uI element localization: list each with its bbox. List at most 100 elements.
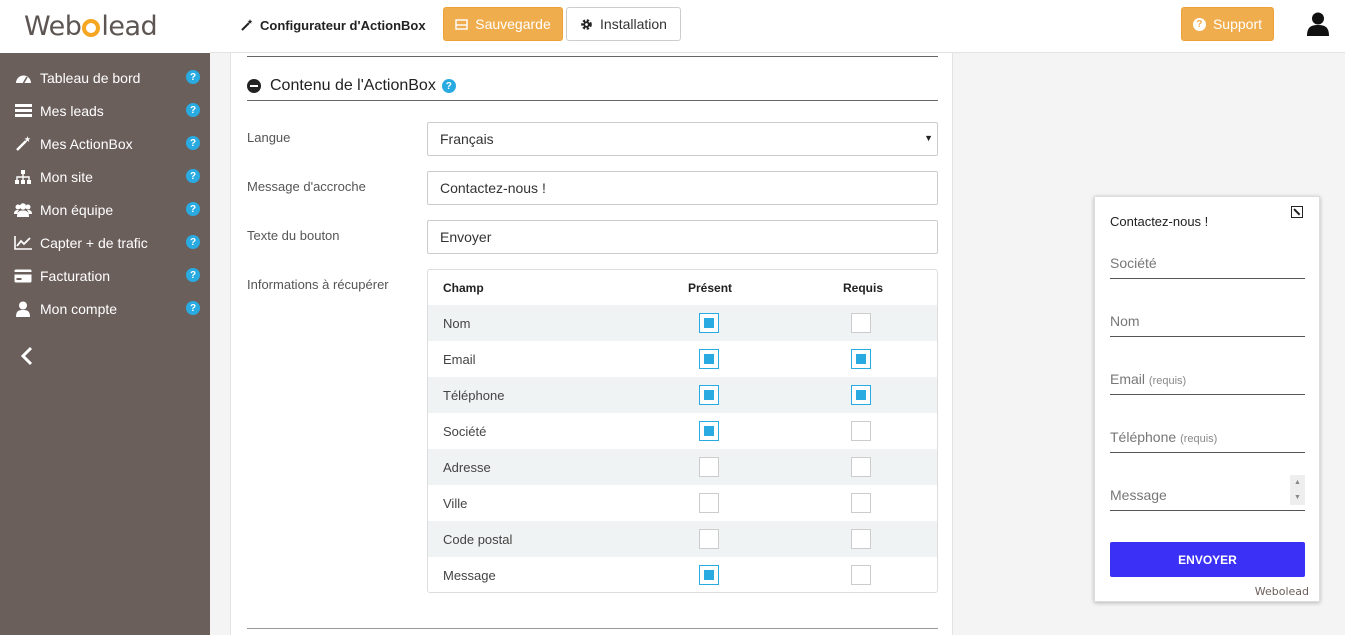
field-name: Nom [443,316,471,331]
config-title-text: Configurateur d'ActionBox [260,18,426,33]
required-checkbox[interactable] [851,565,871,585]
bouton-value: Envoyer [440,229,492,245]
table-row: Code postal [428,521,937,557]
present-checkbox[interactable] [699,457,719,477]
support-label: Support [1212,16,1263,32]
save-button[interactable]: Sauvegarde [443,7,563,41]
sidebar-item-label: Mes ActionBox [40,135,133,152]
preview-field-message[interactable]: Message ▲ ▼ [1110,475,1305,511]
help-icon[interactable]: ? [186,136,200,150]
sidebar-item-actionbox[interactable]: Mes ActionBox ? [0,127,210,160]
user-icon [14,301,32,317]
required-checkbox[interactable] [851,313,871,333]
table-row: Téléphone [428,377,937,413]
textarea-spinner[interactable]: ▲ ▼ [1290,475,1305,505]
help-icon[interactable]: ? [186,268,200,282]
field-name: Message [443,568,496,583]
col-requis: Requis [843,281,884,295]
field-name: Société [443,424,487,439]
help-icon[interactable]: ? [186,301,200,315]
required-note: (requis) [1180,433,1218,445]
magic-wand-icon [14,135,32,152]
support-button[interactable]: ? Support [1181,7,1274,41]
logo[interactable]: Web lead [0,0,210,53]
sidebar-item-label: Tableau de bord [40,69,141,86]
config-panel: Contenu de l'ActionBox ? Langue Français… [230,53,953,635]
sidebar-item-label: Facturation [40,267,111,284]
required-checkbox[interactable] [851,421,871,441]
langue-select[interactable]: Français ▼ [427,122,938,156]
required-checkbox[interactable] [851,349,871,369]
preview-field-email[interactable]: Email (requis) [1110,371,1305,395]
section-title: Contenu de l'ActionBox [270,77,436,94]
brand-logo: Webolead [1254,585,1309,598]
divider [247,100,938,101]
user-account-icon[interactable] [1307,12,1329,36]
present-checkbox[interactable] [699,421,719,441]
sidebar-item-label: Capter + de trafic [40,234,148,251]
expand-icon[interactable] [1291,206,1303,218]
credit-card-icon [14,268,32,284]
install-button[interactable]: Installation [566,7,681,41]
preview-field-nom[interactable]: Nom [1110,313,1305,337]
accroche-value: Contactez-nous ! [440,180,546,196]
help-icon[interactable]: ? [186,169,200,183]
langue-label: Langue [247,130,291,145]
present-checkbox[interactable] [699,565,719,585]
accroche-input[interactable]: Contactez-nous ! [427,171,938,205]
spinner-up-icon[interactable]: ▲ [1294,479,1301,486]
present-checkbox[interactable] [699,385,719,405]
spinner-down-icon[interactable]: ▼ [1294,494,1301,501]
required-checkbox[interactable] [851,457,871,477]
present-checkbox[interactable] [699,313,719,333]
table-row: Message [428,557,937,592]
table-row: Email [428,341,937,377]
help-icon[interactable]: ? [186,202,200,216]
help-icon[interactable]: ? [186,235,200,249]
sidebar-item-account[interactable]: Mon compte ? [0,292,210,325]
preview-field-societe[interactable]: Société [1110,255,1305,279]
actionbox-preview: Contactez-nous ! Société Nom Email (requ… [1094,196,1320,602]
preview-field-label: Nom [1110,313,1140,329]
preview-submit-button[interactable]: ENVOYER [1110,542,1305,577]
table-row: Société [428,413,937,449]
logo-text: Web lead [24,11,158,42]
save-label: Sauvegarde [475,16,551,32]
section-header[interactable]: Contenu de l'ActionBox ? [247,77,456,95]
preview-field-label: Email [1110,371,1146,387]
collapse-sidebar-button[interactable] [20,346,34,372]
preview-field-telephone[interactable]: Téléphone (requis) [1110,429,1305,453]
present-checkbox[interactable] [699,493,719,513]
sidebar-item-traffic[interactable]: Capter + de trafic ? [0,226,210,259]
team-icon [14,202,32,218]
collapse-section-icon[interactable] [247,79,261,93]
present-checkbox[interactable] [699,529,719,549]
help-icon[interactable]: ? [441,79,456,93]
accroche-label: Message d'accroche [247,179,366,194]
sidebar-item-label: Mon compte [40,300,118,317]
table-row: Adresse [428,449,937,485]
bouton-input[interactable]: Envoyer [427,220,938,254]
required-checkbox[interactable] [851,493,871,513]
help-icon[interactable]: ? [186,70,200,84]
present-checkbox[interactable] [699,349,719,369]
table-row: Ville [428,485,937,521]
required-checkbox[interactable] [851,529,871,549]
col-present: Présent [688,281,733,295]
sidebar-item-site[interactable]: Mon site ? [0,160,210,193]
required-note: (requis) [1148,375,1187,387]
sidebar-item-team[interactable]: Mon équipe ? [0,193,210,226]
config-title: Configurateur d'ActionBox [240,18,426,33]
sidebar-item-dashboard[interactable]: Tableau de bord ? [0,61,210,94]
question-icon: ? [1192,17,1206,31]
install-label: Installation [600,16,667,32]
sidebar-item-leads[interactable]: Mes leads ? [0,94,210,127]
chevron-left-icon [20,346,33,366]
sidebar-item-billing[interactable]: Facturation ? [0,259,210,292]
table-row: Nom [428,305,937,341]
fields-table: Champ Présent Requis Nom Email Téléphone So… [427,269,938,593]
required-checkbox[interactable] [851,385,871,405]
field-name: Ville [443,496,468,511]
help-icon[interactable]: ? [186,103,200,117]
infos-label: Informations à récupérer [247,277,389,292]
